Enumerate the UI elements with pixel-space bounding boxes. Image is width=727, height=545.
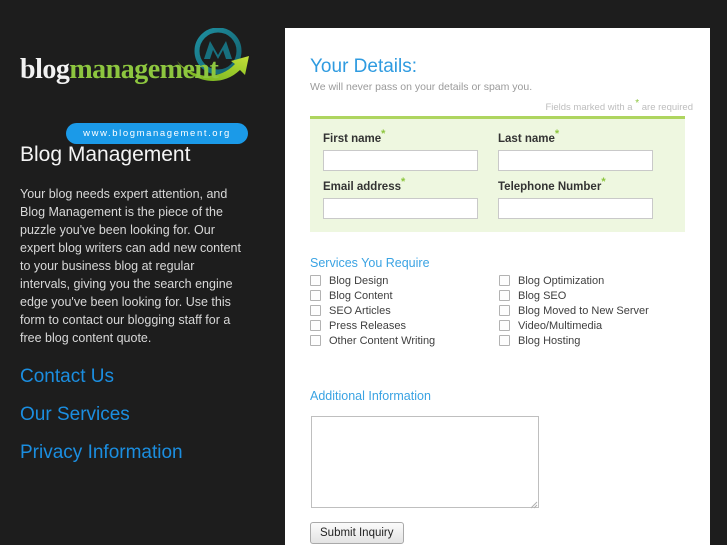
required-marker-icon: * [400,176,406,189]
services-right-column: Blog Optimization Blog SEO Blog Moved to… [499,273,699,348]
logo-wordmark: blogmanagement [20,54,219,85]
checkbox-label: Blog Content [329,289,393,302]
checkbox-icon[interactable] [499,335,510,346]
email-address-input[interactable] [323,198,478,219]
required-marker-icon: * [635,97,640,109]
sidebar-item-privacy-information[interactable]: Privacy Information [20,434,260,472]
sidebar-description: Your blog needs expert attention, and Bl… [20,187,241,345]
sidebar: blogmanagement www.blogmanagement.org Bl… [0,0,285,545]
label-email-address-text: Email address [323,181,401,193]
field-first-name: First name* [323,129,478,171]
sidebar-item-contact-us[interactable]: Contact Us [20,358,260,396]
additional-information-title: Additional Information [310,389,431,403]
required-marker-icon: * [381,128,386,141]
checkbox-label: Blog SEO [518,289,567,302]
checkbox-icon[interactable] [310,305,321,316]
checkbox-icon[interactable] [499,275,510,286]
sidebar-nav: Contact Us Our Services Privacy Informat… [20,358,260,472]
label-first-name-text: First name [323,133,382,145]
services-left-column: Blog Design Blog Content SEO Articles Pr… [310,273,500,348]
checkbox-icon[interactable] [499,320,510,331]
site-logo[interactable]: blogmanagement www.blogmanagement.org [18,27,268,144]
checkbox-icon[interactable] [499,305,510,316]
checkbox-icon[interactable] [310,335,321,346]
form-subtitle: We will never pass on your details or sp… [310,81,533,93]
required-fields-note: Fields marked with a * are required [545,98,693,113]
label-last-name-text: Last name [498,133,555,145]
checkbox-icon[interactable] [310,275,321,286]
checkbox-label: Blog Moved to New Server [518,304,649,317]
required-note-after: are required [641,102,693,113]
checkbox-label: Press Releases [329,319,407,332]
checkbox-label: Blog Optimization [518,274,605,287]
checkbox-icon[interactable] [310,290,321,301]
label-email-address: Email address* [323,177,478,193]
field-last-name: Last name* [498,129,653,171]
required-note-before: Fields marked with a [545,102,633,113]
logo-word-blog: blog [20,54,70,85]
page-root: blogmanagement www.blogmanagement.org Bl… [0,0,727,545]
last-name-input[interactable] [498,150,653,171]
additional-information-textarea[interactable] [311,416,539,508]
checkbox-row-blog-hosting[interactable]: Blog Hosting [499,333,699,348]
logo-url-pill[interactable]: www.blogmanagement.org [66,123,248,144]
label-telephone-number-text: Telephone Number [498,181,602,193]
checkbox-label: Video/Multimedia [518,319,603,332]
first-name-input[interactable] [323,150,478,171]
label-first-name: First name* [323,129,478,145]
field-email-address: Email address* [323,177,478,219]
submit-inquiry-button[interactable]: Submit Inquiry [310,522,404,544]
checkbox-row-video-multimedia[interactable]: Video/Multimedia [499,318,699,333]
label-last-name: Last name* [498,129,653,145]
checkbox-row-press-releases[interactable]: Press Releases [310,318,500,333]
checkbox-icon[interactable] [499,290,510,301]
checkbox-icon[interactable] [310,320,321,331]
checkbox-row-blog-moved-to-new-server[interactable]: Blog Moved to New Server [499,303,699,318]
telephone-number-input[interactable] [498,198,653,219]
checkbox-row-blog-optimization[interactable]: Blog Optimization [499,273,699,288]
form-title: Your Details: [310,56,418,77]
label-telephone-number: Telephone Number* [498,177,653,193]
checkbox-label: Other Content Writing [329,334,436,347]
checkbox-row-blog-design[interactable]: Blog Design [310,273,500,288]
services-section-title: Services You Require [310,256,430,270]
logo-word-management: management [69,54,219,85]
checkbox-label: SEO Articles [329,304,391,317]
checkbox-label: Blog Hosting [518,334,581,347]
checkbox-row-blog-seo[interactable]: Blog SEO [499,288,699,303]
checkbox-row-blog-content[interactable]: Blog Content [310,288,500,303]
sidebar-item-our-services[interactable]: Our Services [20,396,260,434]
checkbox-row-other-content-writing[interactable]: Other Content Writing [310,333,500,348]
main-panel: Your Details: We will never pass on your… [285,28,710,545]
required-marker-icon: * [554,128,560,141]
sidebar-heading: Blog Management [20,143,191,166]
required-marker-icon: * [601,176,606,189]
your-details-box: First name* Last name* Email address* Te… [310,116,685,232]
checkbox-label: Blog Design [329,274,389,287]
field-telephone-number: Telephone Number* [498,177,653,219]
checkbox-row-seo-articles[interactable]: SEO Articles [310,303,500,318]
